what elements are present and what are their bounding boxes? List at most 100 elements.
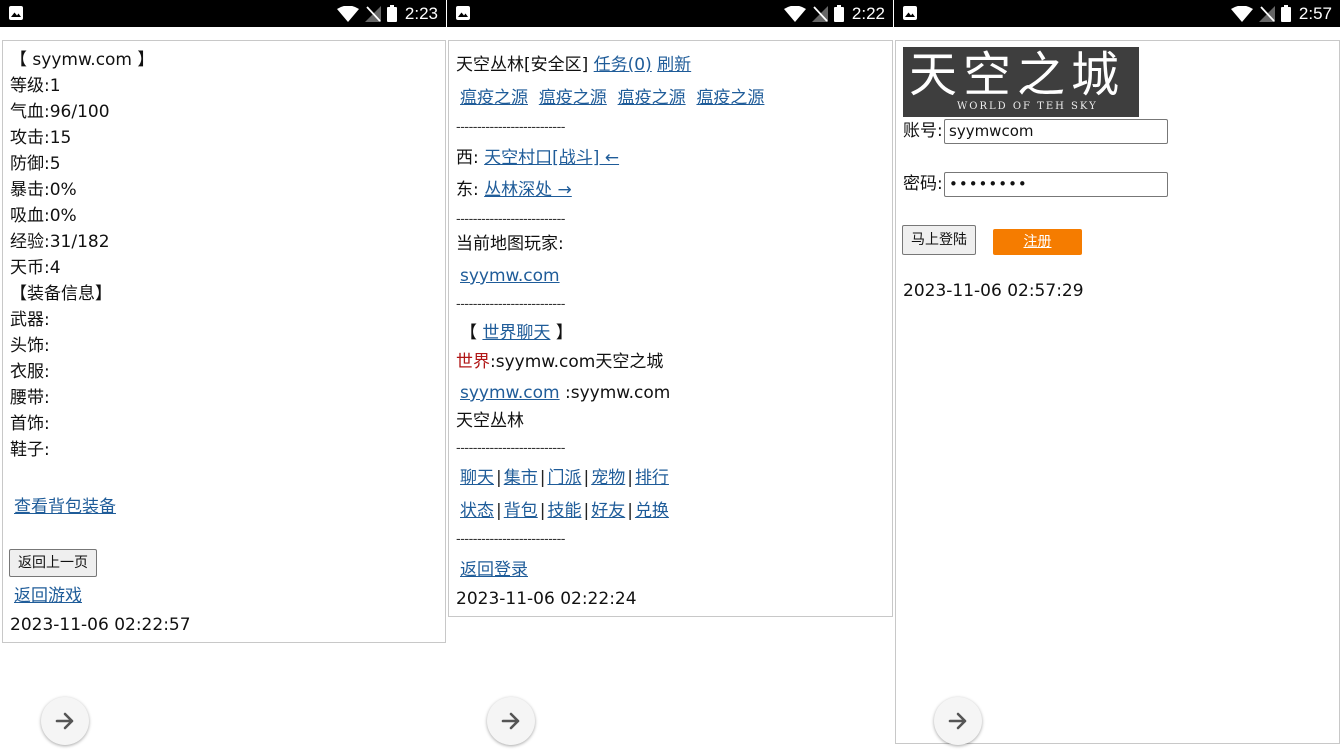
forward-button[interactable] [487,697,535,745]
menu-bag[interactable]: 背包 [504,501,538,521]
pipe: | [539,501,546,521]
equip-weapon: 武器: [10,310,50,330]
clock: 2:23 [404,3,438,23]
separator: -------------------------- [456,120,565,135]
status-bar: 2:57 [894,0,1340,27]
menu-row-1: 聊天 | 集市 | 门派 | 宠物 | 排行 [460,467,669,489]
stat-exp: 经验:31/182 [10,232,110,252]
monster-link[interactable]: 瘟疫之源 [618,88,686,108]
back-button[interactable]: 返回上一页 [9,549,97,577]
equip-belt: 腰带: [10,388,50,408]
game-logo: 天空之城 WORLD OF TEH SKY [903,47,1139,117]
arrow-right-icon [500,710,522,732]
monster-link[interactable]: 瘟疫之源 [696,88,764,108]
monster-link[interactable]: 瘟疫之源 [539,88,607,108]
menu-market[interactable]: 集市 [504,468,538,488]
players-label: 当前地图玩家: [456,234,564,254]
return-login-link[interactable]: 返回登录 [460,560,528,580]
image-notification-icon [8,5,24,21]
password-input[interactable]: •••••••• [944,172,1168,197]
refresh-link[interactable]: 刷新 [657,55,691,75]
wifi-icon [783,5,806,22]
player-link[interactable]: syymw.com [460,266,560,286]
menu-status[interactable]: 状态 [460,501,494,521]
monster-row: 瘟疫之源 瘟疫之源 瘟疫之源 瘟疫之源 [460,87,764,109]
pipe: | [583,468,590,488]
menu-friends[interactable]: 好友 [591,501,625,521]
west-link[interactable]: 天空村口[战斗] ← [484,148,619,168]
east-link[interactable]: 丛林深处 → [484,180,572,200]
pipe: | [583,501,590,521]
menu-rank[interactable]: 排行 [635,468,669,488]
no-signal-icon [1258,5,1275,22]
clock: 2:57 [1298,3,1332,23]
account-input[interactable]: syymwcom [944,119,1168,144]
stat-level: 等级:1 [10,76,61,96]
status-bar: 2:23 [0,0,446,27]
battery-icon [1280,5,1291,22]
location-row: 天空丛林[安全区] 任务(0) 刷新 [456,54,691,76]
screen-login: 2:57 天空之城 WORLD OF TEH SKY 账号: syymwcom … [894,0,1340,756]
status-panel: 【 syymw.com 】 等级:1 气血:96/100 攻击:15 防御:5 … [2,40,446,643]
pipe: | [496,468,502,488]
screen-character-status: 2:23 【 syymw.com 】 等级:1 气血:96/100 攻击:15 … [0,0,446,756]
task-link[interactable]: 任务(0) [594,55,652,75]
chat-user-link[interactable]: syymw.com [460,383,560,403]
separator: -------------------------- [456,441,565,456]
site-title: 【 syymw.com 】 [10,50,155,70]
map-panel: 天空丛林[安全区] 任务(0) 刷新 瘟疫之源 瘟疫之源 瘟疫之源 瘟疫之源 -… [448,40,893,617]
pipe: | [627,468,633,488]
equip-shoes: 鞋子: [10,440,50,460]
stat-defense: 防御:5 [10,154,61,174]
timestamp: 2023-11-06 02:22:57 [10,615,191,635]
menu-sect[interactable]: 门派 [547,468,581,488]
arrow-right-icon [947,710,969,732]
chat-channel: 世界 [456,352,490,372]
login-panel: 天空之城 WORLD OF TEH SKY 账号: syymwcom 密码: •… [895,40,1340,744]
monster-link[interactable]: 瘟疫之源 [460,88,528,108]
separator: -------------------------- [456,532,565,547]
bracket-open: 【 [460,323,477,343]
menu-skill[interactable]: 技能 [547,501,581,521]
password-label: 密码: [903,174,943,194]
timestamp: 2023-11-06 02:57:29 [903,281,1084,301]
wifi-icon [336,5,359,22]
pipe: | [627,501,633,521]
forward-button[interactable] [934,697,982,745]
chat-text: :syymw.com天空之城 [490,352,664,372]
menu-chat[interactable]: 聊天 [460,468,494,488]
logo-title: 天空之城 [909,47,1126,103]
screen-map: 2:22 天空丛林[安全区] 任务(0) 刷新 瘟疫之源 瘟疫之源 瘟疫之源 瘟… [447,0,893,756]
login-button[interactable]: 马上登陆 [902,225,976,255]
separator: -------------------------- [456,212,565,227]
wifi-icon [1230,5,1253,22]
menu-pet[interactable]: 宠物 [591,468,625,488]
menu-exchange[interactable]: 兑换 [635,501,669,521]
west-exit: 西: 天空村口[战斗] ← [456,147,619,169]
pipe: | [496,501,502,521]
world-chat-link[interactable]: 世界聊天 [482,323,550,343]
image-notification-icon [902,5,918,21]
forward-button[interactable] [41,697,89,745]
logo-subtitle: WORLD OF TEH SKY [957,101,1098,112]
east-exit: 东: 丛林深处 → [456,179,572,201]
equip-clothes: 衣服: [10,362,50,382]
return-game-link[interactable]: 返回游戏 [14,586,82,606]
view-bag-link[interactable]: 查看背包装备 [14,497,116,517]
chat-message-1: 世界:syymw.com天空之城 [456,351,663,373]
battery-icon [386,5,397,22]
clock: 2:22 [851,3,885,23]
no-signal-icon [811,5,828,22]
equipment-header: 【装备信息】 [10,284,112,304]
register-button[interactable]: 注册 [993,229,1082,255]
pipe: | [539,468,546,488]
equip-accessory: 首饰: [10,414,50,434]
equip-head: 头饰: [10,336,50,356]
world-chat-header: 【 世界聊天 】 [460,322,573,344]
stat-currency: 天币:4 [10,258,61,278]
location-name: 天空丛林[安全区] [456,55,589,75]
west-label: 西: [456,148,479,168]
chat-message-2: syymw.com :syymw.com [460,382,670,404]
stat-hp: 气血:96/100 [10,102,110,122]
status-bar: 2:22 [447,0,893,27]
